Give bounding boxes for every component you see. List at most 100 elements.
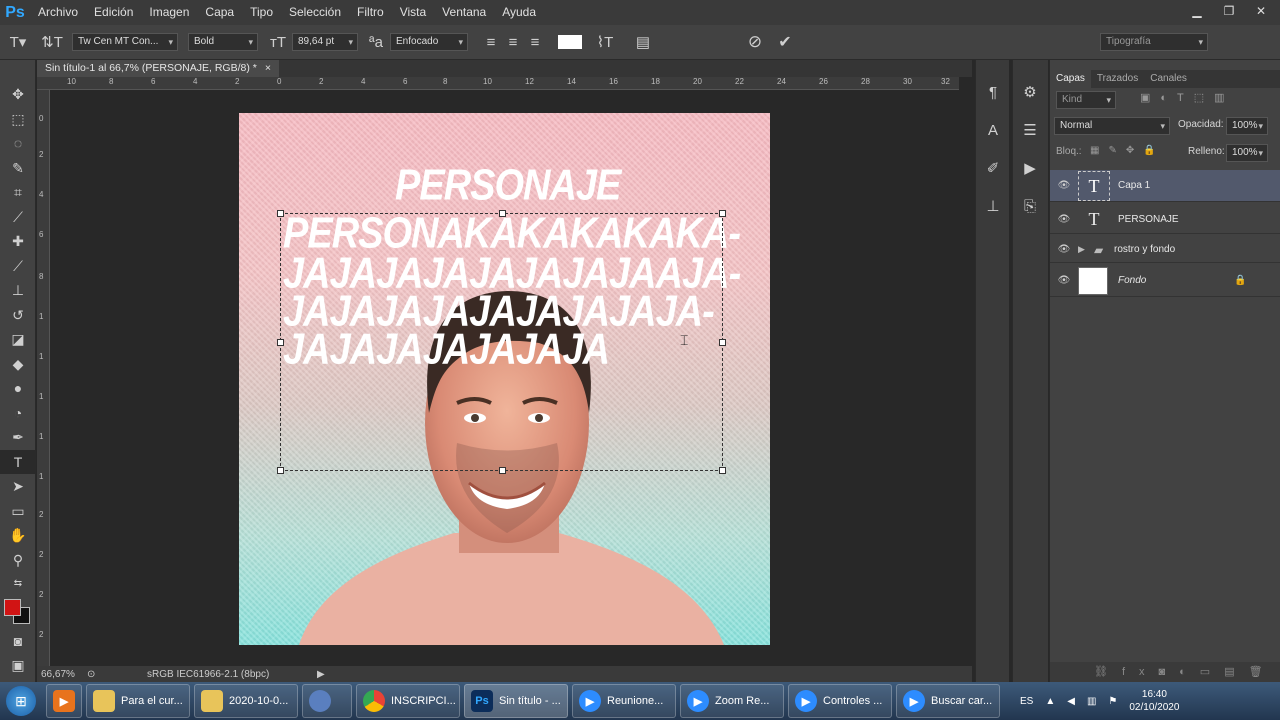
align-center-icon[interactable]: ≡ <box>502 34 524 51</box>
warp-text-icon[interactable]: ⌇T <box>590 33 620 51</box>
character-panel-icon[interactable]: ▤ <box>628 33 658 51</box>
rectangle-tool-icon[interactable]: ▭ <box>0 499 36 524</box>
transform-handle[interactable] <box>277 339 284 346</box>
align-right-icon[interactable]: ≡ <box>524 34 546 51</box>
start-button[interactable]: ⊞ <box>0 682 42 720</box>
expand-arrow-icon[interactable]: ▶ <box>1078 244 1094 255</box>
history-brush-tool-icon[interactable]: ↺ <box>0 303 36 328</box>
brush-panel-icon[interactable]: ✐ <box>976 150 1010 188</box>
menu-edicion[interactable]: Edición <box>86 0 141 25</box>
transform-handle[interactable] <box>719 339 726 346</box>
character-panel-icon[interactable]: A <box>976 112 1010 150</box>
transform-handle[interactable] <box>719 210 726 217</box>
close-tab-icon[interactable]: × <box>265 60 271 77</box>
taskbar-item[interactable]: ▶ Controles ... <box>788 684 892 718</box>
taskbar-item[interactable]: Ps Sin título - ... <box>464 684 568 718</box>
menu-ayuda[interactable]: Ayuda <box>494 0 544 25</box>
document-tab[interactable]: Sin título-1 al 66,7% (PERSONAJE, RGB/8)… <box>37 60 279 77</box>
layer-row-rostro-y-fondo[interactable]: 👁 ▶ ▰ rostro y fondo <box>1050 237 1280 263</box>
transform-handle[interactable] <box>277 210 284 217</box>
zoom-tool-icon[interactable]: ⚲ <box>0 548 36 573</box>
close-icon[interactable]: ✕ <box>1248 2 1274 20</box>
transform-handle[interactable] <box>499 467 506 474</box>
eyedropper-tool-icon[interactable]: ⟋ <box>0 205 36 230</box>
flag-icon[interactable]: ⚑ <box>1108 696 1117 707</box>
menu-tipo[interactable]: Tipo <box>242 0 281 25</box>
layer-row-capa-1[interactable]: 👁 T Capa 1 <box>1050 170 1280 202</box>
menu-vista[interactable]: Vista <box>392 0 434 25</box>
text-bounding-box[interactable]: ⌶ <box>277 210 726 474</box>
minimize-icon[interactable]: ▁ <box>1184 2 1210 20</box>
menu-seleccion[interactable]: Selección <box>281 0 349 25</box>
status-preview-icon[interactable]: ⊙ <box>87 669 147 680</box>
menu-ventana[interactable]: Ventana <box>434 0 494 25</box>
antialias-dropdown[interactable]: Enfocado <box>390 33 468 51</box>
opacity-input[interactable]: 100% <box>1226 117 1268 135</box>
hand-tool-icon[interactable]: ✋ <box>0 523 36 548</box>
taskbar-item[interactable]: ▶ Buscar car... <box>896 684 1000 718</box>
lock-icons[interactable]: ▦✎✥🔒 <box>1090 145 1165 156</box>
font-style-dropdown[interactable]: Bold <box>188 33 258 51</box>
menu-imagen[interactable]: Imagen <box>141 0 197 25</box>
transform-handle[interactable] <box>719 467 726 474</box>
font-size-dropdown[interactable]: 89,64 pt <box>292 33 358 51</box>
menu-capa[interactable]: Capa <box>197 0 242 25</box>
tab-canales[interactable]: Canales <box>1144 70 1193 88</box>
taskbar-item[interactable] <box>302 684 352 718</box>
quick-mask-icon[interactable]: ◙ <box>0 629 36 654</box>
screen-mode-icon[interactable]: ▣ <box>0 653 36 678</box>
swap-colors-icon[interactable]: ⇆ <box>0 572 36 597</box>
font-family-dropdown[interactable]: Tw Cen MT Con... <box>72 33 178 51</box>
lasso-tool-icon[interactable]: ◌ <box>0 131 36 156</box>
taskbar-item[interactable]: ▶ Zoom Re... <box>680 684 784 718</box>
path-selection-tool-icon[interactable]: ➤ <box>0 474 36 499</box>
network-icon[interactable]: ▥ <box>1087 696 1096 707</box>
commit-icon[interactable]: ✔ <box>770 32 800 52</box>
type-tool-icon[interactable]: T <box>0 449 36 474</box>
text-orientation-icon[interactable]: ⇅T <box>36 33 68 51</box>
taskbar-item[interactable]: ▶ <box>46 684 82 718</box>
quick-selection-tool-icon[interactable]: ✎ <box>0 156 36 181</box>
taskbar-item[interactable]: Para el cur... <box>86 684 190 718</box>
blur-tool-icon[interactable]: ◔ <box>0 401 36 426</box>
tab-capas[interactable]: Capas <box>1050 70 1091 88</box>
visibility-eye-icon[interactable]: 👁 <box>1050 275 1078 286</box>
taskbar-item[interactable]: INSCRIPCI... <box>356 684 460 718</box>
layer-filter-dropdown[interactable]: Kind <box>1056 91 1116 109</box>
fill-input[interactable]: 100% <box>1226 144 1268 162</box>
menu-archivo[interactable]: Archivo <box>30 0 86 25</box>
taskbar-item[interactable]: 2020-10-0... <box>194 684 298 718</box>
menu-filtro[interactable]: Filtro <box>349 0 392 25</box>
brush-tool-icon[interactable]: ⟋ <box>0 254 36 279</box>
align-left-icon[interactable]: ≡ <box>480 34 502 51</box>
status-menu-arrow-icon[interactable]: ▶ <box>317 669 325 680</box>
layer-row-personaje[interactable]: 👁 T PERSONAJE <box>1050 206 1280 234</box>
paragraph-panel-icon[interactable]: ¶ <box>976 74 1010 112</box>
transform-handle[interactable] <box>499 210 506 217</box>
cancel-icon[interactable]: ⊘ <box>740 32 770 52</box>
visibility-eye-icon[interactable]: 👁 <box>1050 180 1078 191</box>
move-tool-icon[interactable]: ✥ <box>0 82 36 107</box>
visibility-eye-icon[interactable]: 👁 <box>1050 244 1078 255</box>
visibility-eye-icon[interactable]: 👁 <box>1050 214 1078 225</box>
text-color-swatch[interactable] <box>558 35 582 49</box>
tab-trazados[interactable]: Trazados <box>1091 70 1144 88</box>
eraser-tool-icon[interactable]: ◪ <box>0 327 36 352</box>
healing-brush-tool-icon[interactable]: ✚ <box>0 229 36 254</box>
adjustments-panel-icon[interactable]: ☰ <box>1013 112 1047 150</box>
tray-expand-icon[interactable]: ▲ <box>1045 696 1055 707</box>
marquee-tool-icon[interactable]: ⬚ <box>0 107 36 132</box>
actions-panel-icon[interactable]: ▶ <box>1013 150 1047 188</box>
text-tool-preset-icon[interactable]: T▾ <box>0 33 36 51</box>
clone-source-icon[interactable]: ⊥ <box>976 188 1010 226</box>
restore-icon[interactable]: ❐ <box>1216 2 1242 20</box>
clone-stamp-tool-icon[interactable]: ⊥ <box>0 278 36 303</box>
language-indicator[interactable]: ES <box>1020 696 1033 707</box>
crop-tool-icon[interactable]: ⌗ <box>0 180 36 205</box>
foreground-color-swatch[interactable] <box>4 598 21 616</box>
layer-row-fondo[interactable]: 👁 Fondo 🔒 <box>1050 265 1280 297</box>
panel-footer-icons[interactable]: ⛓fx◙◐▭▤🗑 <box>1050 662 1280 682</box>
volume-icon[interactable]: ◀ <box>1067 696 1075 707</box>
blend-mode-dropdown[interactable]: Normal <box>1054 117 1170 135</box>
clock[interactable]: 16:40 02/10/2020 <box>1129 688 1179 714</box>
